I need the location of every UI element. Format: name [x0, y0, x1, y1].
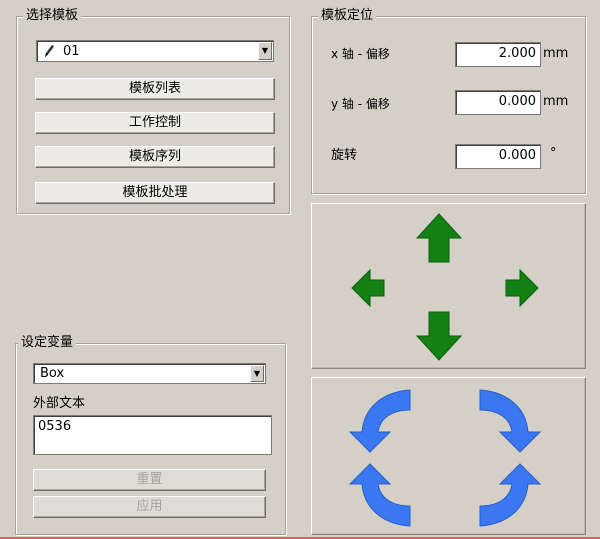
template-select-title: 选择模板	[23, 7, 82, 25]
arrow-right-icon[interactable]	[504, 267, 540, 309]
rotate-cw-top-right-icon[interactable]	[470, 388, 542, 454]
arrow-up-icon[interactable]	[415, 212, 463, 264]
pencil-icon	[45, 45, 54, 57]
move-arrows-panel	[311, 203, 586, 369]
rotate-cw-bottom-left-icon[interactable]	[348, 462, 420, 528]
x-offset-unit: mm	[543, 46, 569, 61]
chevron-down-icon[interactable]: ▼	[250, 365, 264, 382]
rotation-unit: °	[550, 146, 557, 161]
rotation-label: 旋转	[331, 148, 358, 163]
template-combo-value: 01	[63, 44, 80, 59]
variables-title: 设定变量	[18, 334, 77, 352]
rotation-input[interactable]: 0.000	[455, 144, 541, 169]
template-position-title: 模板定位	[318, 7, 377, 25]
arrow-down-icon[interactable]	[415, 310, 463, 362]
y-offset-unit: mm	[543, 94, 569, 109]
template-list-button[interactable]: 模板列表	[35, 78, 275, 100]
chevron-down-icon[interactable]: ▼	[258, 42, 272, 60]
template-select-group: 选择模板 01 ▼ 模板列表 工作控制 模板序列 模板批处理	[16, 7, 290, 214]
rotate-ccw-bottom-right-icon[interactable]	[470, 462, 542, 528]
rotate-arrows-panel	[311, 377, 586, 535]
template-combo[interactable]: 01 ▼	[36, 40, 274, 62]
variables-group: 设定变量 Box ▼ 外部文本 0536 重置 应用	[15, 334, 286, 535]
rotate-ccw-top-left-icon[interactable]	[348, 388, 420, 454]
template-position-group: 模板定位 x 轴 - 偏移 2.000 mm y 轴 - 偏移 0.000 mm…	[311, 7, 586, 194]
apply-button[interactable]: 应用	[33, 496, 266, 518]
external-text-label: 外部文本	[33, 396, 86, 411]
x-offset-input[interactable]: 2.000	[455, 42, 541, 67]
work-control-button[interactable]: 工作控制	[35, 112, 275, 134]
external-text-field[interactable]: 0536	[33, 415, 272, 455]
variable-combo-value: Box	[40, 366, 65, 381]
variable-combo[interactable]: Box ▼	[33, 363, 266, 384]
reset-button[interactable]: 重置	[33, 469, 266, 491]
y-offset-label: y 轴 - 偏移	[331, 97, 390, 111]
template-sequence-button[interactable]: 模板序列	[35, 146, 275, 168]
x-offset-label: x 轴 - 偏移	[331, 47, 390, 61]
y-offset-input[interactable]: 0.000	[455, 90, 541, 115]
arrow-left-icon[interactable]	[350, 267, 386, 309]
template-batch-button[interactable]: 模板批处理	[35, 182, 275, 204]
